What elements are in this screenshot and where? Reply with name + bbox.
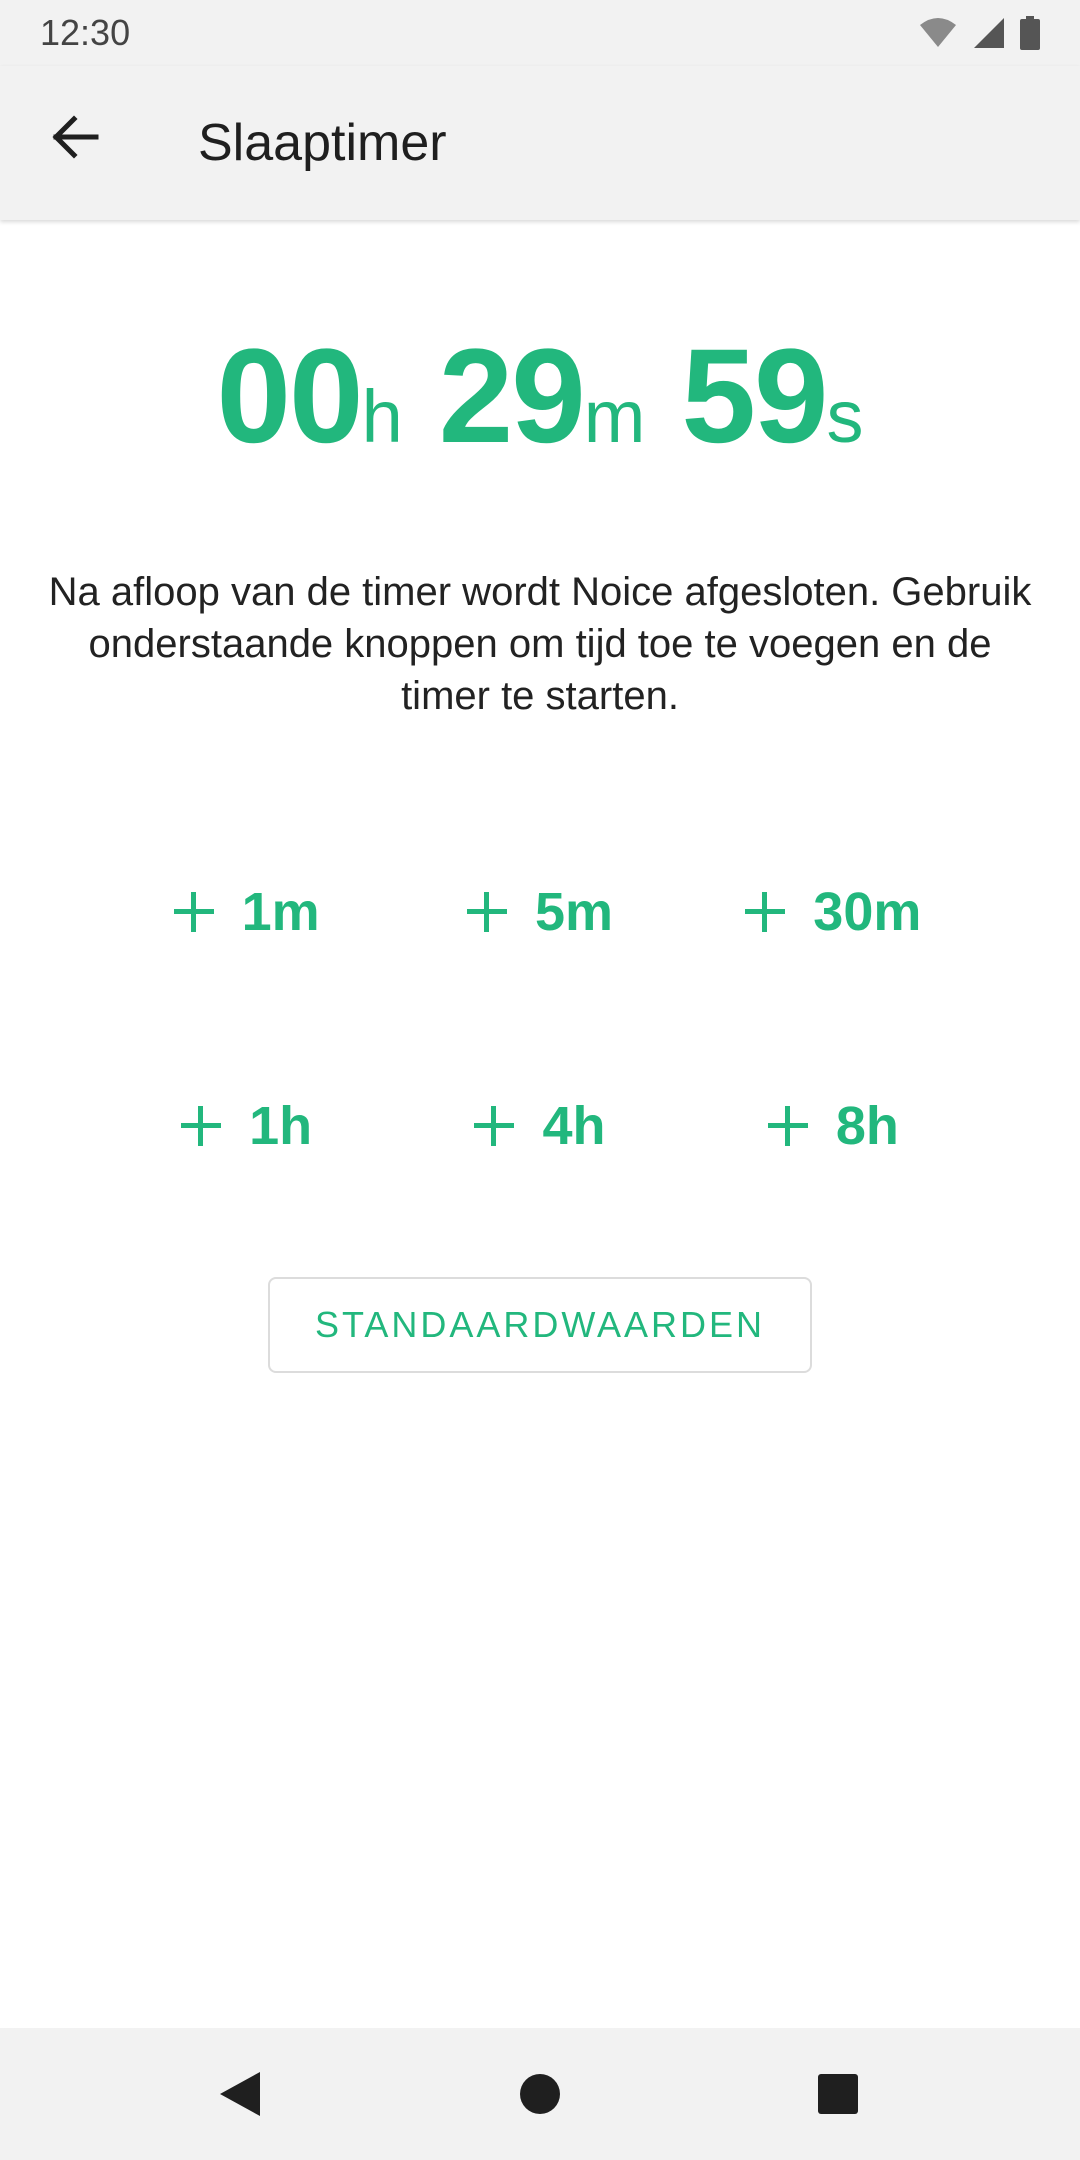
timer-hours: 00	[216, 322, 364, 471]
nav-recents-button[interactable]	[808, 2064, 868, 2124]
timer-minutes-unit: m	[583, 375, 646, 458]
add-button-label: 5m	[534, 882, 614, 942]
plus-icon	[466, 892, 507, 932]
timer-description: Na afloop van de timer wordt Noice afges…	[48, 570, 1032, 718]
wifi-icon	[920, 18, 956, 47]
add-8h-button[interactable]: 8h	[687, 1074, 980, 1178]
timer-seconds: 59	[681, 322, 828, 471]
add-button-label: 1m	[241, 882, 320, 942]
back-button[interactable]	[40, 102, 110, 172]
add-1m-button[interactable]: 1m	[100, 860, 393, 964]
back-triangle-icon	[220, 2072, 260, 2116]
defaults-button[interactable]: STANDAARDWAARDEN	[268, 1277, 812, 1373]
home-circle-icon	[520, 2074, 560, 2114]
nav-home-button[interactable]	[510, 2064, 570, 2124]
battery-icon	[1020, 16, 1040, 50]
plus-icon	[474, 1106, 515, 1146]
system-nav-bar	[0, 2028, 1080, 2160]
nav-back-button[interactable]	[210, 2064, 270, 2124]
page-title: Slaaptimer	[198, 114, 447, 172]
add-30m-button[interactable]: 30m	[687, 860, 980, 964]
recents-square-icon	[818, 2074, 858, 2114]
status-bar: 12:30	[0, 0, 1080, 66]
timer-seconds-unit: s	[826, 375, 864, 458]
add-button-label: 1h	[249, 1096, 313, 1156]
timer-minutes: 29	[438, 322, 586, 471]
plus-icon	[173, 892, 214, 932]
add-button-label: 4h	[542, 1096, 606, 1156]
add-time-buttons: 1m 5m 30m 1h 4h 8h	[100, 860, 980, 1178]
status-time: 12:30	[40, 12, 131, 53]
status-icons	[918, 16, 1040, 50]
add-1h-button[interactable]: 1h	[100, 1074, 393, 1178]
plus-icon	[767, 1106, 808, 1146]
arrow-left-icon	[52, 115, 99, 159]
add-5m-button[interactable]: 5m	[393, 860, 686, 964]
add-button-label: 8h	[835, 1096, 899, 1156]
timer-hours-unit: h	[361, 375, 403, 458]
app-bar: Slaaptimer	[0, 66, 1080, 220]
plus-icon	[745, 892, 786, 932]
cellular-signal-icon	[974, 18, 1004, 48]
timer-display: 00 h 29 m 59 s	[0, 320, 1080, 471]
add-4h-button[interactable]: 4h	[393, 1074, 686, 1178]
plus-icon	[181, 1106, 222, 1146]
add-button-label: 30m	[813, 882, 922, 942]
